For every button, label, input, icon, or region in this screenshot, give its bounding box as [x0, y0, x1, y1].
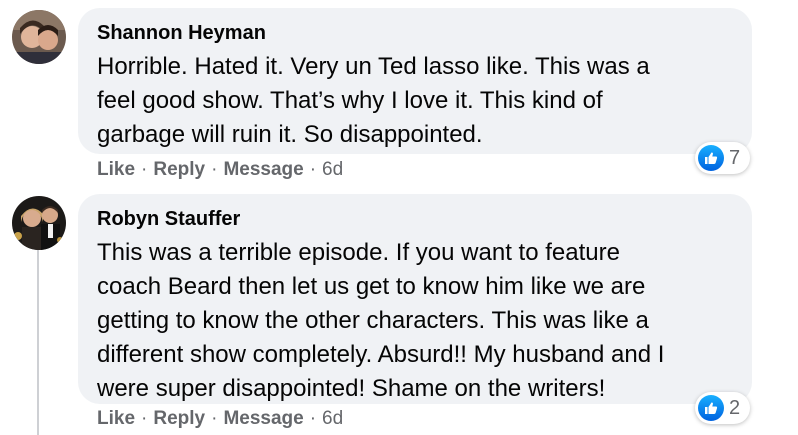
like-thumbs-up-icon	[698, 145, 724, 171]
comment-actions: Like · Reply · Message · 6d	[97, 158, 343, 182]
comment-text: Horrible. Hated it. Very un Ted lasso li…	[97, 53, 650, 148]
comment-bubble: Shannon Heyman Horrible. Hated it. Very …	[78, 8, 752, 154]
separator: ·	[141, 408, 148, 429]
avatar[interactable]	[12, 196, 66, 250]
reaction-count: 7	[729, 146, 741, 169]
reply-thread-line	[37, 250, 39, 435]
avatar[interactable]	[12, 10, 66, 64]
like-link[interactable]: Like	[97, 159, 135, 180]
reaction-count: 2	[729, 396, 741, 419]
like-link[interactable]: Like	[97, 408, 135, 429]
comment-actions: Like · Reply · Message · 6d	[97, 407, 343, 431]
separator: ·	[141, 159, 148, 180]
timestamp[interactable]: 6d	[322, 408, 343, 429]
reply-link[interactable]: Reply	[153, 408, 205, 429]
message-link[interactable]: Message	[223, 408, 303, 429]
reaction-summary[interactable]: 2	[695, 392, 751, 424]
like-thumbs-up-icon	[698, 395, 724, 421]
comment-bubble: Robyn Stauffer This was a terrible episo…	[78, 194, 752, 404]
separator: ·	[211, 159, 218, 180]
timestamp[interactable]: 6d	[322, 159, 343, 180]
comment-text: This was a terrible episode. If you want…	[97, 239, 665, 402]
message-link[interactable]: Message	[223, 159, 303, 180]
separator: ·	[309, 159, 317, 180]
reaction-summary[interactable]: 7	[695, 142, 751, 174]
separator: ·	[211, 408, 218, 429]
comment-author[interactable]: Robyn Stauffer	[97, 206, 732, 232]
separator: ·	[309, 408, 317, 429]
reply-link[interactable]: Reply	[153, 159, 205, 180]
comment-author[interactable]: Shannon Heyman	[97, 20, 732, 46]
